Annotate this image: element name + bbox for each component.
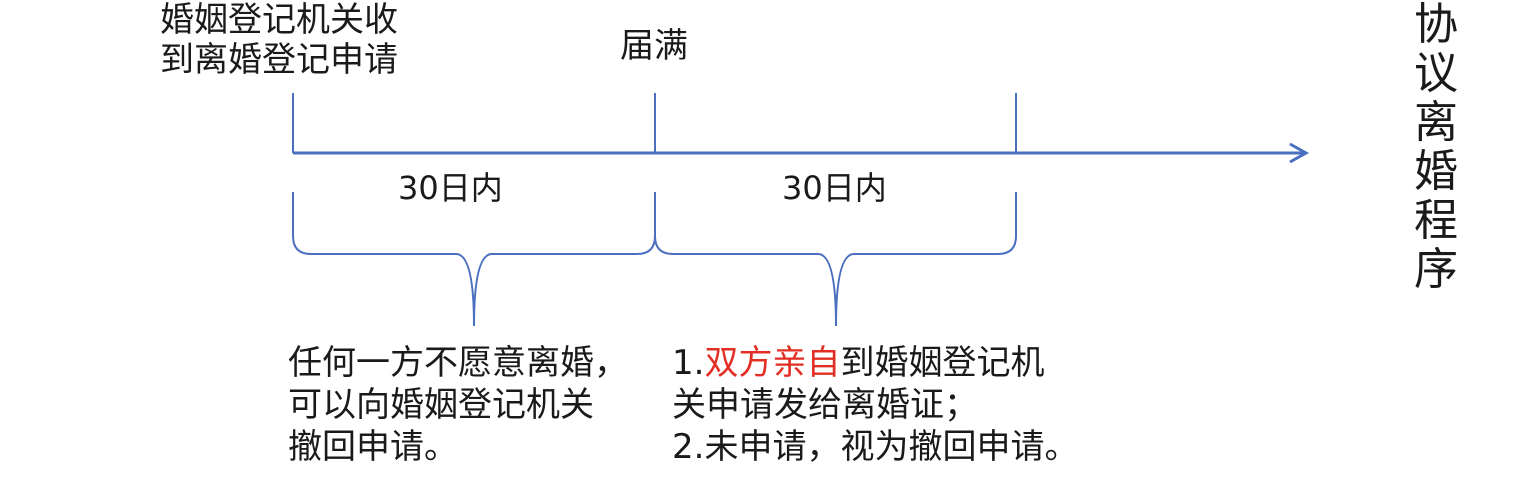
note-first-line1: 任何一方不愿意离婚， xyxy=(288,343,628,383)
note-second-period: 1.双方亲自到婚姻登记机 关申请发给离婚证； 2.未申请，视为撤回申请。 xyxy=(672,342,1078,468)
note-first-line2: 可以向婚姻登记机关 xyxy=(288,385,594,425)
note-second-line3: 2.未申请，视为撤回申请。 xyxy=(672,427,1079,467)
period-label-second: 30日内 xyxy=(782,169,887,207)
note-second-line2: 关申请发给离婚证； xyxy=(672,385,978,425)
start-label: 婚姻登记机关收 到离婚登记申请 xyxy=(160,0,398,80)
expiry-label: 届满 xyxy=(620,26,688,66)
note-first-period: 任何一方不愿意离婚， 可以向婚姻登记机关 撤回申请。 xyxy=(288,342,628,468)
note-second-line1: 1.双方亲自到婚姻登记机 xyxy=(672,342,1078,384)
brace-second-period xyxy=(654,192,1017,327)
period-label-first: 30日内 xyxy=(398,169,503,207)
note-second-highlight: 双方亲自 xyxy=(704,343,841,383)
note-second-prefix: 1. xyxy=(672,343,705,383)
start-label-line2: 到离婚登记申请 xyxy=(160,40,398,80)
note-second-suffix: 到婚姻登记机 xyxy=(840,343,1045,383)
brace-first-period xyxy=(292,192,656,327)
side-title: 协议离婚程序 xyxy=(1414,0,1458,295)
start-label-line1: 婚姻登记机关收 xyxy=(160,0,398,40)
note-first-line3: 撤回申请。 xyxy=(288,427,458,467)
